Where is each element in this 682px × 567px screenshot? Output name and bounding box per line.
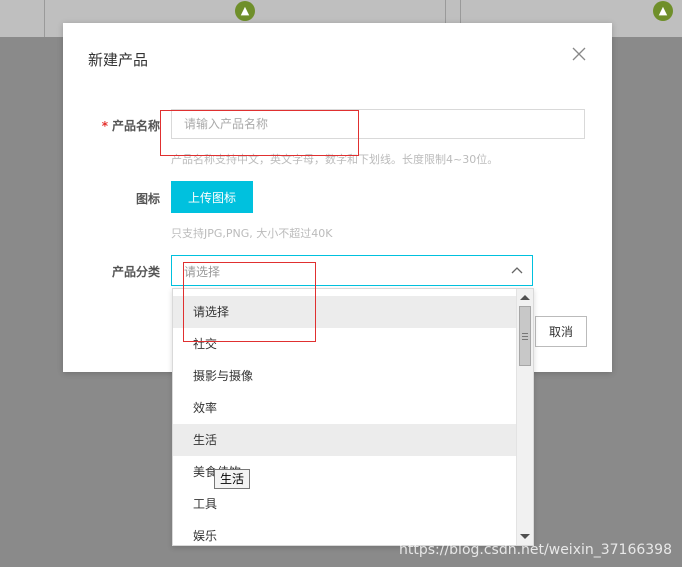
dropdown-option[interactable]: 工具 [173,488,516,520]
scroll-up-icon[interactable] [520,295,530,300]
icon-label: 图标 [135,192,160,206]
dropdown-option[interactable]: 生活 [173,424,516,456]
dropdown-option[interactable]: 摄影与摄像 [173,360,516,392]
category-select-value: 请选择 [184,265,221,279]
category-label: 产品分类 [111,265,160,279]
dropdown-scrollbar[interactable] [516,289,533,545]
watermark: https://blog.csdn.net/weixin_37166398 [398,542,672,558]
scrollbar-thumb[interactable] [519,306,531,366]
required-mark: * [101,119,108,133]
close-icon[interactable] [570,45,588,63]
product-name-input[interactable] [171,109,585,139]
dropdown-option[interactable]: 请选择 [173,296,516,328]
product-name-label: * 产品名称 [101,119,160,133]
scroll-down-icon[interactable] [520,534,530,539]
dropdown-option[interactable]: 效率 [173,392,516,424]
icon-hint: 只支持JPG,PNG, 大小不超过40K [171,227,333,240]
category-select[interactable]: 请选择 [171,255,533,286]
upload-icon-button[interactable]: 上传图标 [171,181,253,213]
category-options: 请选择 社交 摄影与摄像 效率 生活 美食佳饮 工具 娱乐 [173,296,516,545]
android-icon: ▲ [653,1,673,21]
chevron-up-icon [511,267,523,274]
dropdown-option[interactable]: 社交 [173,328,516,360]
category-dropdown: 请选择 社交 摄影与摄像 效率 生活 美食佳饮 工具 娱乐 [172,288,534,546]
product-name-hint: 产品名称支持中文，英文字母，数字和下划线。长度限制4~30位。 [171,153,499,166]
option-tooltip: 生活 [214,469,251,489]
dialog-title: 新建产品 [88,51,149,69]
android-icon: ▲ [235,1,255,21]
cancel-button[interactable]: 取消 [535,316,587,347]
